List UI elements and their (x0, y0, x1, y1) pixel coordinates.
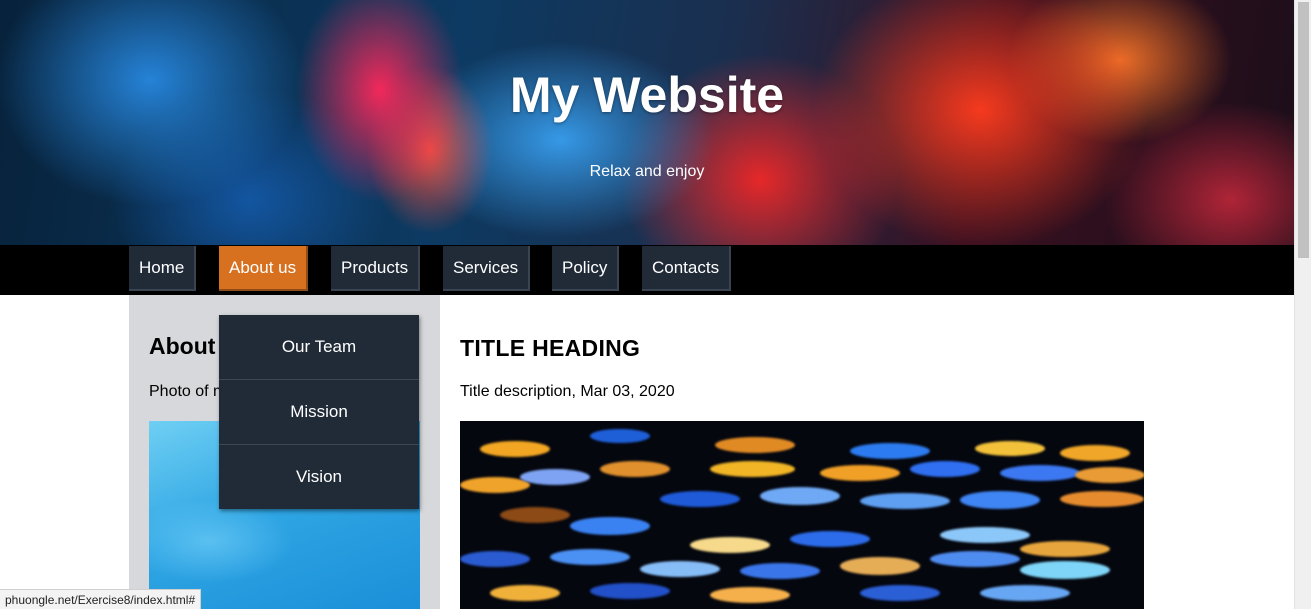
nav-item-contacts[interactable]: Contacts (642, 246, 732, 291)
dropdown-item-mission[interactable]: Mission (219, 380, 419, 445)
browser-viewport: My Website Relax and enjoy Home About us… (0, 0, 1311, 609)
nav-item-services[interactable]: Services (443, 246, 531, 291)
nav-item-home[interactable]: Home (129, 246, 197, 291)
main-photo (460, 421, 1144, 609)
status-bar-url: phuongle.net/Exercise8/index.html# (0, 589, 202, 609)
main-heading: TITLE HEADING (460, 335, 641, 361)
main-nav: Home About us Products Services Policy C… (0, 245, 1294, 295)
about-us-dropdown: Our Team Mission Vision (219, 315, 419, 509)
nav-item-about-us[interactable]: About us (219, 246, 309, 291)
sidebar-heading: About (149, 333, 216, 359)
dropdown-item-vision[interactable]: Vision (219, 445, 419, 509)
header-banner: My Website Relax and enjoy (0, 0, 1294, 245)
nav-item-products[interactable]: Products (331, 246, 421, 291)
main-description: Title description, Mar 03, 2020 (460, 383, 675, 400)
nav-item-policy[interactable]: Policy (552, 246, 620, 291)
sidebar-text: Photo of m (149, 383, 227, 400)
site-title: My Website (509, 67, 785, 123)
site-subtitle: Relax and enjoy (589, 163, 705, 180)
scrollbar-thumb[interactable] (1298, 2, 1309, 258)
vertical-scrollbar[interactable] (1294, 0, 1311, 609)
dropdown-item-our-team[interactable]: Our Team (219, 315, 419, 380)
